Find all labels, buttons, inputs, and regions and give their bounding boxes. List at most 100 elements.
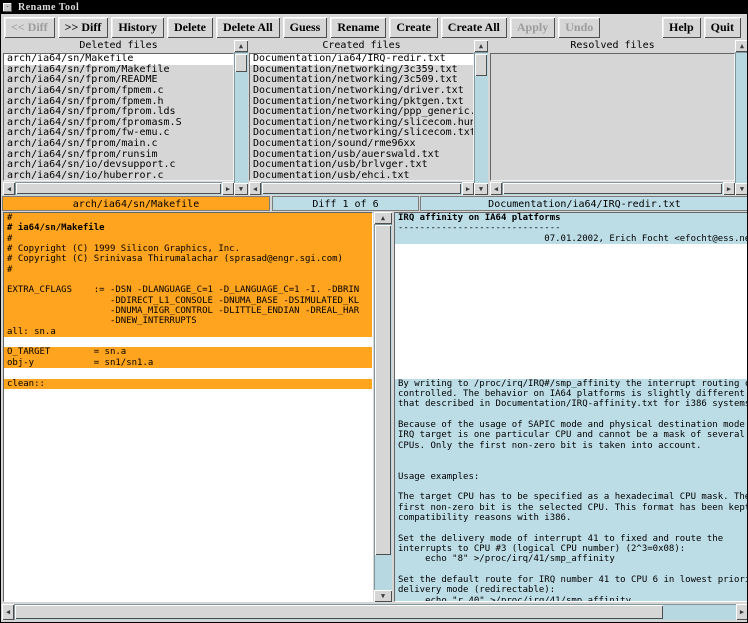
diff-line xyxy=(395,275,748,285)
toolbar-button-history[interactable]: History xyxy=(111,17,164,38)
left-file-label: arch/ia64/sn/Makefile xyxy=(2,196,270,211)
scroll-left-icon[interactable]: ◀ xyxy=(3,182,15,195)
diff-line: echo "r 40" >/proc/irq/41/smp_affinity xyxy=(395,596,748,602)
diff-line xyxy=(395,327,748,337)
list-item[interactable]: Documentation/networking/driver.txt xyxy=(250,86,473,97)
window-menu-icon[interactable]: - xyxy=(3,3,12,12)
diff-vscroll-thumb[interactable] xyxy=(375,225,391,555)
toolbar-button-diff: << Diff xyxy=(4,17,55,38)
diff-line: -DNEW_INTERRUPTS xyxy=(4,316,372,326)
scroll-right-icon[interactable]: ▶ xyxy=(462,182,474,195)
created-files-vscroll-trough[interactable] xyxy=(474,52,488,183)
main-hscroll-trough[interactable] xyxy=(14,604,736,620)
resolved-files-hscrollbar[interactable]: ◀ ▶ xyxy=(490,182,735,195)
created-files-hscrollbar[interactable]: ◀ ▶ xyxy=(249,182,474,195)
toolbar-button-rename[interactable]: Rename xyxy=(330,17,386,38)
diff-line: CPUs. Only the first non-zero bit is tak… xyxy=(395,441,748,451)
diff-line xyxy=(395,461,748,471)
toolbar-button-quit[interactable]: Quit xyxy=(704,17,741,38)
scroll-left-icon[interactable]: ◀ xyxy=(249,182,261,195)
deleted-files-vscrollbar[interactable]: ▲ ▼ xyxy=(234,40,248,195)
diff-line xyxy=(395,347,748,357)
diff-line: that described in Documentation/IRQ-affi… xyxy=(395,399,748,409)
created-file-pane[interactable]: IRQ affinity on IA64 platforms----------… xyxy=(394,212,748,602)
main-hscrollbar[interactable]: ◀ ▶ xyxy=(2,604,748,620)
diff-line xyxy=(395,368,748,378)
diff-line: interrupts to CPU #3 (logical CPU number… xyxy=(395,544,748,554)
created-files-title: Created files xyxy=(249,40,474,52)
diff-line xyxy=(395,482,748,492)
diff-line: # Copyright (C) 1999 Silicon Graphics, I… xyxy=(4,244,372,254)
diff-vscroll-trough[interactable] xyxy=(374,224,392,590)
scroll-left-icon[interactable]: ◀ xyxy=(490,182,502,195)
diff-line: IRQ affinity on IA64 platforms xyxy=(395,213,748,223)
scroll-down-icon[interactable]: ▼ xyxy=(735,183,748,195)
scroll-right-icon[interactable]: ▶ xyxy=(736,604,748,620)
scroll-down-icon[interactable]: ▼ xyxy=(474,183,488,195)
diff-line: controlled. The behavior on IA64 platfor… xyxy=(395,389,748,399)
created-files-list[interactable]: Documentation/ia64/IRQ-redir.txtDocument… xyxy=(249,53,474,181)
diff-line: Because of the usage of SAPIC mode and p… xyxy=(395,420,748,430)
deleted-files-vscroll-trough[interactable] xyxy=(234,52,248,183)
deleted-files-list[interactable]: arch/ia64/sn/Makefilearch/ia64/sn/fprom/… xyxy=(3,53,234,181)
scroll-up-icon[interactable]: ▲ xyxy=(234,40,248,52)
diff-line: compatibility reasons with i386. xyxy=(395,513,748,523)
toolbar-button-delete-all[interactable]: Delete All xyxy=(216,17,280,38)
scroll-right-icon[interactable]: ▶ xyxy=(222,182,234,195)
deleted-files-hscrollbar[interactable]: ◀ ▶ xyxy=(3,182,234,195)
created-files-vscroll-thumb[interactable] xyxy=(475,54,487,76)
diff-line: The target CPU has to be specified as a … xyxy=(395,492,748,502)
main-hscroll-thumb[interactable] xyxy=(15,605,663,619)
toolbar-right: HelpQuit xyxy=(662,17,744,38)
toolbar-button-guess[interactable]: Guess xyxy=(283,17,328,38)
deleted-files-hscroll-trough[interactable] xyxy=(15,182,222,195)
created-files-hscroll-thumb[interactable] xyxy=(262,183,461,194)
toolbar-button-help[interactable]: Help xyxy=(662,17,701,38)
diff-line: obj-y = sn1/sn1.a xyxy=(4,358,372,368)
scroll-left-icon[interactable]: ◀ xyxy=(2,604,14,620)
scroll-right-icon[interactable]: ▶ xyxy=(723,182,735,195)
resolved-files-hscroll-trough[interactable] xyxy=(502,182,723,195)
diff-line: Set the delivery mode of interrupt 41 to… xyxy=(395,534,748,544)
diff-line xyxy=(395,410,748,420)
toolbar-button-create-all[interactable]: Create All xyxy=(441,17,507,38)
scroll-up-icon[interactable]: ▲ xyxy=(374,212,392,224)
diff-line xyxy=(4,368,372,378)
diff-line: first non-zero bit is the selected CPU. … xyxy=(395,503,748,513)
rename-tool-window: - Rename Tool << Diff>> DiffHistoryDelet… xyxy=(0,0,748,623)
scroll-down-icon[interactable]: ▼ xyxy=(374,590,392,602)
diff-line: -DNUMA_MIGR_CONTROL -DLITTLE_ENDIAN -DRE… xyxy=(4,306,372,316)
toolbar-button-undo: Undo xyxy=(558,17,600,38)
deleted-files-vscroll-thumb[interactable] xyxy=(235,54,247,72)
diff-line xyxy=(395,265,748,275)
created-files-hscroll-trough[interactable] xyxy=(261,182,462,195)
toolbar-button-delete[interactable]: Delete xyxy=(167,17,213,38)
list-item[interactable]: arch/ia64/sn/io/huberror.c xyxy=(4,171,233,181)
diff-line: delivery mode (redirectable): xyxy=(395,585,748,595)
diff-line: # xyxy=(4,265,372,275)
diff-line: 07.01.2002, Erich Focht <efocht@ess.ne xyxy=(395,234,748,244)
diff-line xyxy=(4,337,372,347)
resolved-files-title: Resolved files xyxy=(490,40,735,52)
toolbar-button-create[interactable]: Create xyxy=(389,17,437,38)
scroll-up-icon[interactable]: ▲ xyxy=(474,40,488,52)
diff-line: clean:: xyxy=(4,379,372,389)
toolbar-button-diff[interactable]: >> Diff xyxy=(58,17,109,38)
resolved-files-hscroll-thumb[interactable] xyxy=(503,183,722,194)
deleted-files-hscroll-thumb[interactable] xyxy=(16,183,221,194)
list-item[interactable]: arch/ia64/sn/fprom/fpmem.c xyxy=(4,86,233,97)
diff-line: # Copyright (C) Srinivasa Thirumalachar … xyxy=(4,254,372,264)
diff-line: IRQ target is one particular CPU and can… xyxy=(395,430,748,440)
resolved-files-vscroll-trough[interactable] xyxy=(735,52,748,183)
list-item[interactable]: Documentation/usb/ehci.txt xyxy=(250,171,473,181)
resolved-files-vscrollbar[interactable]: ▲ ▼ xyxy=(735,40,748,195)
diff-vscrollbar[interactable]: ▲ ▼ xyxy=(374,212,392,602)
diff-position-label: Diff 1 of 6 xyxy=(272,196,419,211)
diff-line xyxy=(395,565,748,575)
resolved-files-list[interactable] xyxy=(490,53,735,181)
deleted-file-pane[interactable]: ## ia64/sn/Makefile## Copyright (C) 1999… xyxy=(3,212,373,602)
scroll-down-icon[interactable]: ▼ xyxy=(234,183,248,195)
created-files-vscrollbar[interactable]: ▲ ▼ xyxy=(474,40,488,195)
scroll-up-icon[interactable]: ▲ xyxy=(735,40,748,52)
deleted-files-title: Deleted files xyxy=(3,40,234,52)
